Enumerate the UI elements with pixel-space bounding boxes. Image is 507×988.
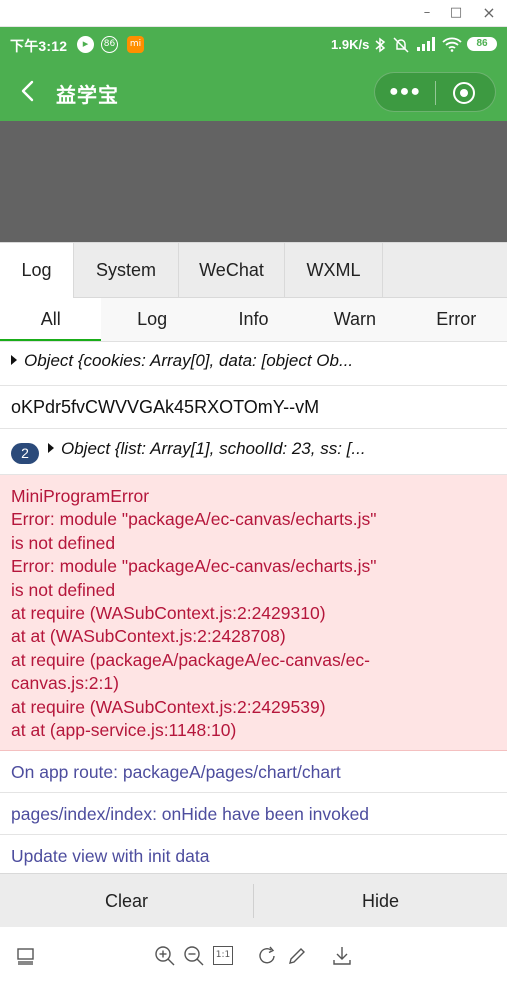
page-viewport [0,121,507,242]
signal-icon [417,37,435,51]
log-object-summary: Object {cookies: Array[0], data: [object… [24,351,354,370]
log-object-summary: Object {list: Array[1], schoolId: 23, ss… [61,439,366,458]
error-entry: MiniProgramError Error: module "packageA… [0,475,507,751]
error-line: at require (WASubContext.js:2:2429310) [11,603,326,624]
error-line: at at (WASubContext.js:2:2428708) [11,626,286,647]
chevron-left-icon[interactable] [18,79,40,103]
error-line: at require (WASubContext.js:2:2429539) [11,696,326,717]
log-entry[interactable]: Object {cookies: Array[0], data: [object… [0,342,507,386]
zoom-out-icon[interactable] [183,945,205,967]
window-title-bar: – □ × [0,0,507,27]
filter-all[interactable]: All [0,298,102,341]
rotate-icon[interactable] [257,945,279,967]
page-title: 益学宝 [56,85,119,107]
info-entry: On app route: packageA/pages/chart/chart [0,751,507,793]
status-time: 下午3:12 [10,38,68,54]
error-line: Error: module "packageA/ec-canvas/echart… [11,509,377,530]
simulator-toolbar: 1:1 [0,927,507,988]
log-object-text: Object {cookies: Array[0], data: [object… [11,351,353,371]
log-entry: oKPdr5fvCWVVGAk45RXOTOmY--vM [0,386,507,429]
phone-status-bar: 下午3:12 ▸ 86 mi 1.9K/s 86 [0,27,507,62]
log-text: oKPdr5fvCWVVGAk45RXOTOmY--vM [11,397,320,417]
info-entry: pages/index/index: onHide have been invo… [0,793,507,835]
device-frame-icon[interactable] [16,946,36,966]
minimize-icon[interactable]: – [418,4,436,22]
filter-log[interactable]: Log [101,298,202,341]
tab-log[interactable]: Log [0,243,74,298]
bilibili-icon: ▸ [77,36,94,53]
bluetooth-icon [375,37,386,53]
filter-error[interactable]: Error [406,298,507,341]
tab-wechat[interactable]: WeChat [179,243,285,298]
mi-app-icon: mi [127,36,144,53]
edit-icon[interactable] [286,945,308,967]
badge-86-icon: 86 [101,36,118,53]
menu-capsule: ●●● [374,72,496,112]
close-window-icon[interactable]: × [480,4,498,22]
mini-program-nav-bar: 益学宝 ●●● [0,62,507,121]
error-line: at require (packageA/packageA/ec-canvas/… [11,649,370,670]
error-line: at at (app-service.js:1148:10) [11,720,237,741]
log-object-text: Object {list: Array[1], schoolId: 23, ss… [48,439,366,459]
expand-triangle-icon[interactable] [48,443,54,453]
console-action-bar: Clear Hide [0,873,507,927]
error-line: Error: module "packageA/ec-canvas/echart… [11,556,377,577]
filter-warn[interactable]: Warn [304,298,405,341]
target-close-icon[interactable] [453,82,475,104]
mute-icon [393,37,409,53]
log-entry[interactable]: 2 Object {list: Array[1], schoolId: 23, … [0,429,507,475]
error-line: MiniProgramError [11,486,150,506]
expand-triangle-icon[interactable] [11,355,17,365]
network-speed: 1.9K/s [331,37,370,52]
download-icon[interactable] [331,945,353,967]
info-text: pages/index/index: onHide have been invo… [11,804,370,824]
info-text: Update view with init data [11,846,210,866]
battery-icon: 86 [467,37,497,51]
error-line: canvas.js:2:1) [11,673,119,694]
devtools-simulator: – □ × 下午3:12 ▸ 86 mi 1.9K/s 86 益学宝 ●●● L… [0,0,507,988]
actual-size-icon[interactable]: 1:1 [213,946,233,965]
console-tab-bar: Log System WeChat WXML [0,242,507,298]
zoom-in-icon[interactable] [154,945,176,967]
error-line: is not defined [11,532,116,553]
error-message: MiniProgramError Error: module "packageA… [11,485,377,742]
filter-info[interactable]: Info [203,298,304,341]
info-text: On app route: packageA/pages/chart/chart [11,762,341,782]
log-filter-bar: All Log Info Warn Error [0,298,507,342]
tab-wxml[interactable]: WXML [285,243,383,298]
more-dots-icon[interactable]: ●●● [389,81,421,105]
hide-button[interactable]: Hide [254,874,507,928]
tab-system[interactable]: System [74,243,179,298]
wifi-icon [442,37,462,52]
info-entry: Update view with init data [0,835,507,873]
maximize-icon[interactable]: □ [447,4,465,22]
clear-button[interactable]: Clear [0,874,253,928]
repeat-count-badge: 2 [11,443,39,464]
error-line: is not defined [11,579,116,600]
capsule-divider [435,81,436,105]
